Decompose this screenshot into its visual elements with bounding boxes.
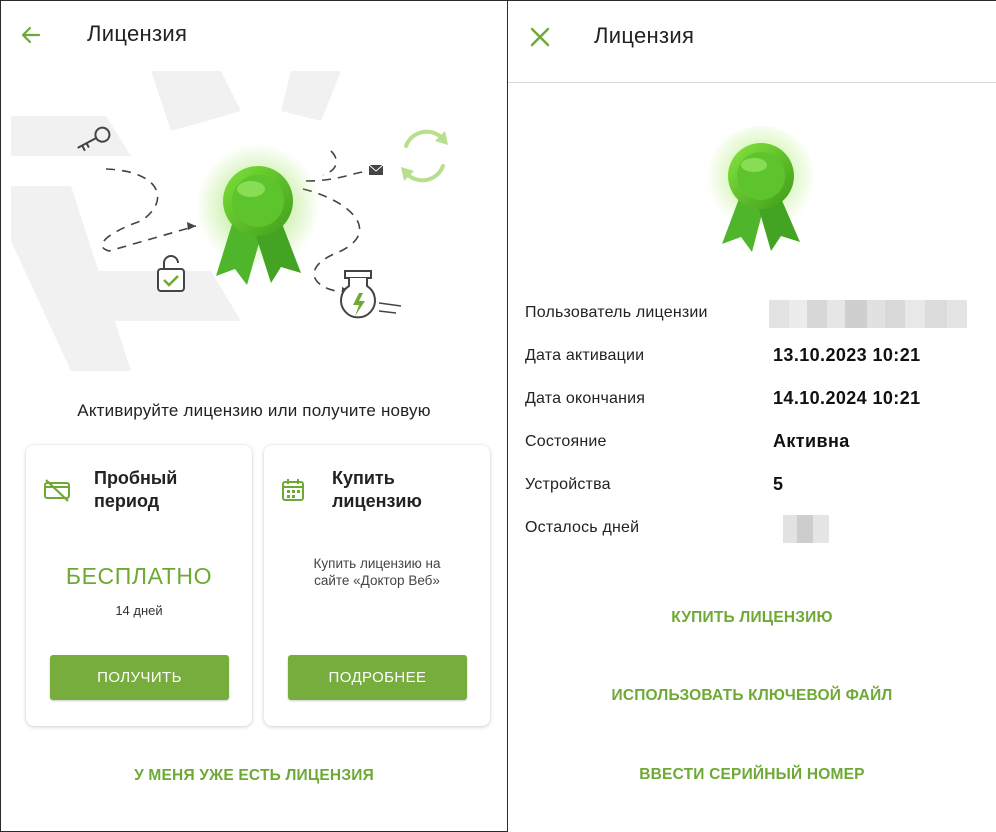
buy-license-link[interactable]: КУПИТЬ ЛИЦЕНЗИЮ [508, 609, 996, 627]
refresh-icon [401, 129, 448, 183]
activation-date-row: Дата активации 13.10.2023 10:21 [525, 345, 985, 369]
arrow-left-icon [21, 26, 41, 44]
trial-period-card: Пробный период БЕСПЛАТНО 14 дней ПОЛУЧИТ… [26, 445, 252, 726]
status-value: Активна [773, 431, 850, 451]
activation-prompt: Активируйте лицензию или получите новую [77, 401, 431, 420]
buy-card-title: Купить лицензию [332, 468, 422, 511]
days-left-value-redacted [783, 515, 829, 543]
license-medal-icon [706, 126, 814, 252]
app-bar: Лицензия [508, 1, 996, 83]
trial-card-title: Пробный период [94, 468, 178, 511]
license-user-value-redacted [769, 300, 967, 328]
no-card-icon [42, 477, 72, 508]
use-key-file-link[interactable]: ИСПОЛЬЗОВАТЬ КЛЮЧЕВОЙ ФАЙЛ [508, 687, 996, 705]
status-label: Состояние [525, 433, 607, 450]
devices-row: Устройства 5 [525, 474, 985, 498]
days-left-label: Осталось дней [525, 519, 640, 536]
license-user-label: Пользователь лицензии [525, 304, 708, 321]
enter-serial-link[interactable]: ВВЕСТИ СЕРИЙНЫЙ НОМЕР [508, 766, 996, 784]
back-button[interactable] [15, 19, 47, 51]
calendar-icon [280, 477, 306, 508]
flask-icon [340, 270, 402, 319]
expiration-date-label: Дата окончания [525, 390, 646, 407]
status-row: Состояние Активна [525, 431, 985, 455]
expiration-date-value: 14.10.2024 10:21 [773, 388, 921, 408]
padlock-icon [157, 255, 185, 292]
medal-icon [196, 144, 320, 285]
get-trial-button[interactable]: ПОЛУЧИТЬ [50, 655, 229, 700]
devices-value: 5 [773, 474, 784, 494]
page-title: Лицензия [87, 21, 188, 46]
app-bar: Лицензия [1, 1, 507, 69]
details-button[interactable]: ПОДРОБНЕЕ [288, 655, 467, 700]
trial-price: БЕСПЛАТНО [65, 563, 213, 589]
buy-card-description: Купить лицензию на сайте «Доктор Веб» [313, 556, 441, 588]
page-title: Лицензия [594, 23, 695, 48]
have-license-link[interactable]: У МЕНЯ УЖЕ ЕСТЬ ЛИЦЕНЗИЯ [1, 767, 507, 785]
license-user-row: Пользователь лицензии [525, 300, 985, 328]
envelope-icon [368, 164, 384, 175]
close-icon [530, 27, 550, 47]
license-illustration [11, 71, 448, 371]
days-left-row: Осталось дней [525, 515, 985, 543]
trial-duration: 14 дней [115, 603, 163, 618]
license-details-screen: Лицензия Пользователь лицензии Дата акти… [507, 0, 996, 832]
activation-date-label: Дата активации [525, 347, 645, 364]
license-offer-screen: Лицензия Активируйте лицензию или получи… [0, 0, 508, 832]
expiration-date-row: Дата окончания 14.10.2024 10:21 [525, 388, 985, 412]
close-button[interactable] [524, 21, 556, 53]
devices-label: Устройства [525, 476, 611, 493]
activation-date-value: 13.10.2023 10:21 [773, 345, 921, 365]
buy-license-card: Купить лицензию Купить лицензию на сайте… [264, 445, 490, 726]
